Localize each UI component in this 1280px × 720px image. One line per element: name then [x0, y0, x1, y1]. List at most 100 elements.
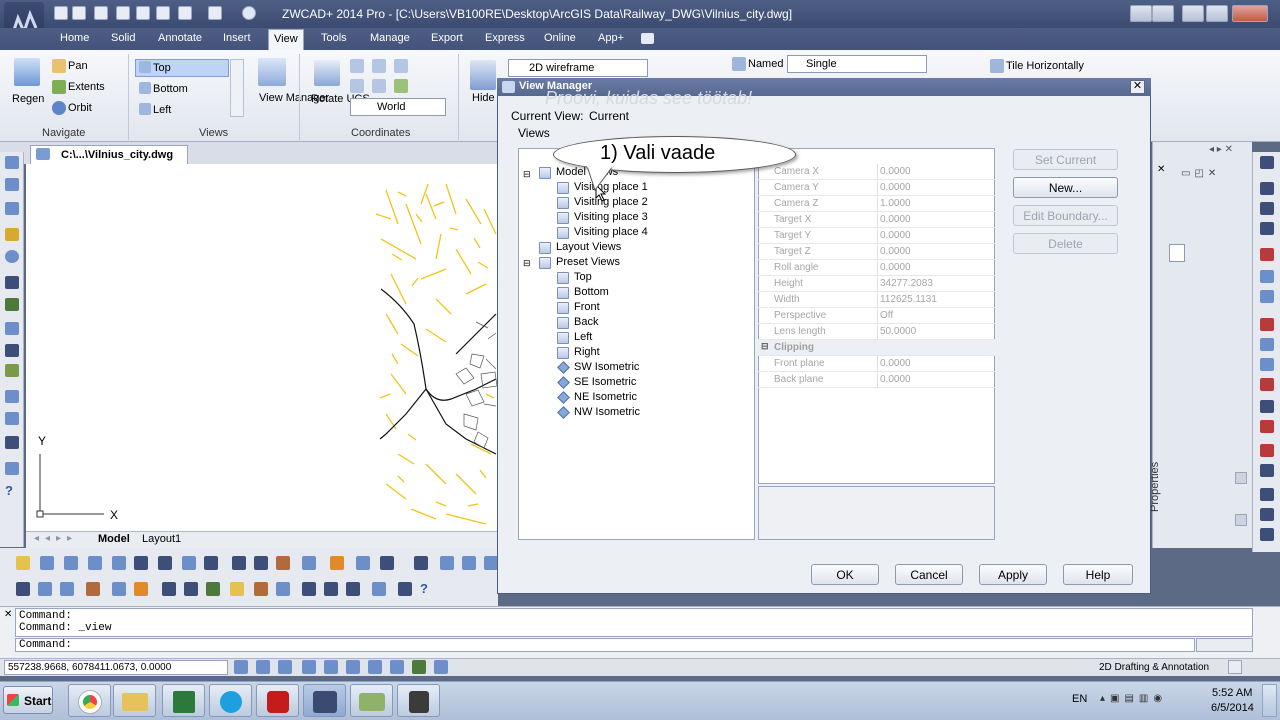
ucs-icon[interactable]	[350, 59, 364, 73]
clipping-section-header[interactable]: ⊟ Clipping	[758, 340, 995, 356]
tool-icon[interactable]	[398, 582, 412, 596]
tool-icon[interactable]	[5, 412, 19, 425]
preset-views-collapse-icon[interactable]: ⊟	[523, 258, 531, 269]
tool-icon[interactable]	[1260, 488, 1274, 501]
tool-icon[interactable]	[1260, 420, 1274, 433]
workspace-icon[interactable]	[1152, 5, 1174, 22]
clock-time[interactable]: 5:52 AM	[1212, 687, 1252, 699]
command-close-icon[interactable]: ✕	[4, 609, 12, 620]
grid-icon[interactable]	[256, 660, 270, 674]
snap-icon[interactable]	[234, 660, 248, 674]
tool-icon[interactable]	[5, 436, 19, 449]
ucs-icon[interactable]	[394, 79, 408, 93]
tool-icon[interactable]	[1260, 222, 1274, 235]
tab-model[interactable]: Model	[98, 533, 130, 545]
tool-icon[interactable]	[88, 556, 102, 570]
show-desktop-button[interactable]	[1262, 684, 1277, 717]
layout-nav-arrows[interactable]: ◂◂▸▸	[34, 533, 78, 544]
tab-express[interactable]: Express	[485, 32, 525, 44]
tree-preset-left[interactable]: Left	[574, 331, 592, 343]
ducs-icon[interactable]	[368, 660, 382, 674]
restore-button[interactable]	[1206, 5, 1228, 22]
tool-icon[interactable]	[346, 582, 360, 596]
polar-icon[interactable]	[302, 660, 316, 674]
tool-icon[interactable]	[184, 582, 198, 596]
document-tab[interactable]: C:\...\Vilnius_city.dwg	[30, 145, 188, 164]
tab-view[interactable]: View	[268, 29, 304, 50]
tree-nw-isometric[interactable]: NW Isometric	[574, 406, 640, 418]
command-scrollbar[interactable]	[1196, 638, 1253, 652]
redo-icon[interactable]	[208, 6, 222, 20]
rotate-ucs-icon[interactable]	[314, 60, 340, 86]
tab-insert[interactable]: Insert	[223, 32, 251, 44]
view-manager-icon[interactable]	[258, 58, 286, 86]
tool-icon[interactable]	[1260, 156, 1274, 169]
tree-preset-top[interactable]: Top	[574, 271, 592, 283]
status-menu-icon[interactable]	[1228, 660, 1242, 674]
tab-export[interactable]: Export	[431, 32, 463, 44]
ucs-icon[interactable]	[372, 79, 386, 93]
tree-ne-isometric[interactable]: NE Isometric	[574, 391, 637, 403]
tree-visiting-place-3[interactable]: Visiting place 3	[574, 211, 648, 223]
delete-button[interactable]: Delete	[1013, 233, 1118, 254]
ucs-world-select[interactable]: World	[350, 98, 446, 116]
tree-sw-isometric[interactable]: SW Isometric	[574, 361, 639, 373]
open-icon[interactable]	[72, 6, 86, 20]
regen-icon[interactable]	[14, 58, 40, 86]
tool-icon[interactable]	[16, 582, 30, 596]
tree-preset-views[interactable]: Preset Views	[556, 256, 620, 268]
named-viewports-button[interactable]: Named	[748, 58, 783, 70]
panel-window-controls[interactable]: ▭◰✕	[1181, 168, 1220, 179]
tool-icon[interactable]	[1260, 358, 1274, 371]
viewport-config-select[interactable]: Single	[787, 55, 927, 73]
tool-icon[interactable]	[1260, 270, 1274, 283]
camera-taskbar-icon[interactable]	[397, 684, 440, 717]
tool-icon[interactable]	[5, 390, 19, 403]
model-views-collapse-icon[interactable]: ⊟	[523, 169, 531, 180]
tool-icon[interactable]	[5, 364, 19, 377]
plot-icon[interactable]	[156, 6, 170, 20]
tool-icon[interactable]	[1260, 290, 1274, 303]
dialog-close-button[interactable]: ✕	[1130, 80, 1145, 94]
tool-icon[interactable]	[60, 582, 74, 596]
pan-button[interactable]: Pan	[68, 60, 88, 72]
tool-icon[interactable]	[1260, 528, 1274, 541]
regen-label[interactable]: Regen	[12, 93, 44, 105]
flash-taskbar-icon[interactable]	[256, 684, 299, 717]
tool-icon[interactable]	[302, 556, 316, 570]
tool-icon[interactable]	[276, 582, 290, 596]
tool-icon[interactable]	[276, 556, 290, 570]
tree-layout-views[interactable]: Layout Views	[556, 241, 621, 253]
otrack-icon[interactable]	[346, 660, 360, 674]
panel-nav-arrows[interactable]: ◂ ▸ ✕	[1209, 144, 1233, 155]
ribbon-toggle-icon[interactable]	[1130, 5, 1152, 22]
view-bottom-label[interactable]: Bottom	[153, 83, 188, 95]
tool-icon[interactable]	[40, 556, 54, 570]
tool-icon[interactable]	[5, 250, 19, 263]
tool-icon[interactable]	[5, 298, 19, 311]
tree-visiting-place-2[interactable]: Visiting place 2	[574, 196, 648, 208]
tool-icon[interactable]	[1260, 508, 1274, 521]
tool-icon[interactable]	[1260, 202, 1274, 215]
skype-taskbar-icon[interactable]	[209, 684, 252, 717]
excel-taskbar-icon[interactable]	[162, 684, 205, 717]
tree-preset-right[interactable]: Right	[574, 346, 600, 358]
panel-scroll-icon[interactable]	[1235, 514, 1247, 526]
lineweight-icon[interactable]	[390, 660, 404, 674]
tool-icon[interactable]	[158, 556, 172, 570]
orbit-icon[interactable]	[52, 101, 66, 115]
tool-icon[interactable]	[5, 178, 19, 191]
new-view-button[interactable]: New...	[1013, 177, 1118, 198]
tool-icon[interactable]	[232, 556, 246, 570]
hide-icon[interactable]	[470, 60, 496, 90]
ucs-icon[interactable]	[350, 79, 364, 93]
hide-button[interactable]: Hide	[472, 92, 495, 104]
explorer-taskbar-icon[interactable]	[113, 684, 156, 717]
tool-icon[interactable]	[356, 556, 370, 570]
tool-icon[interactable]	[1260, 318, 1274, 331]
text-icon[interactable]	[5, 228, 19, 241]
tool-icon[interactable]	[1260, 378, 1274, 391]
tool-icon[interactable]	[5, 202, 19, 215]
command-input[interactable]: Command:	[15, 638, 1195, 652]
panel-restore-icon[interactable]	[1169, 244, 1185, 262]
